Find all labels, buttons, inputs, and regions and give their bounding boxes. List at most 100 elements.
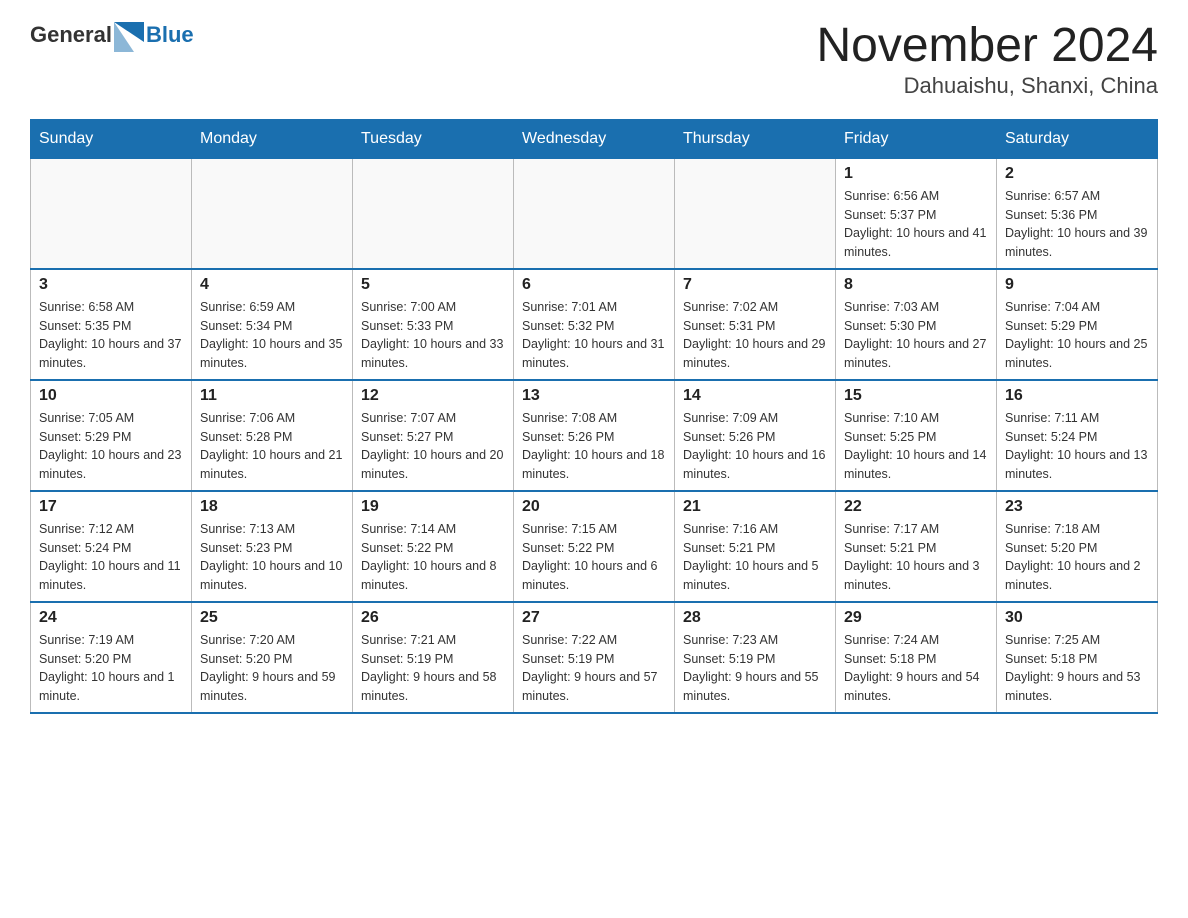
day-info: Sunrise: 7:08 AMSunset: 5:26 PMDaylight:… [522, 409, 666, 484]
day-number: 2 [1005, 165, 1149, 183]
day-info-line: Sunset: 5:36 PM [1005, 208, 1097, 222]
table-cell: 9Sunrise: 7:04 AMSunset: 5:29 PMDaylight… [997, 269, 1158, 380]
day-info-line: Sunset: 5:22 PM [361, 541, 453, 555]
day-number: 16 [1005, 387, 1149, 405]
day-info-line: Sunrise: 7:16 AM [683, 522, 778, 536]
day-info-line: Sunrise: 6:58 AM [39, 300, 134, 314]
day-info-line: Daylight: 10 hours and 25 minutes. [1005, 337, 1147, 370]
day-info-line: Daylight: 10 hours and 35 minutes. [200, 337, 342, 370]
table-cell: 5Sunrise: 7:00 AMSunset: 5:33 PMDaylight… [353, 269, 514, 380]
day-info-line: Daylight: 10 hours and 41 minutes. [844, 226, 986, 259]
day-info-line: Sunset: 5:37 PM [844, 208, 936, 222]
day-info: Sunrise: 7:17 AM Sunset: 5:21 PM Daylight:… [844, 520, 988, 595]
day-info-line: Daylight: 10 hours and 13 minutes. [1005, 448, 1147, 481]
day-info: Sunrise: 7:19 AMSunset: 5:20 PMDaylight:… [39, 631, 183, 706]
day-info-line: Sunset: 5:27 PM [361, 430, 453, 444]
day-info-line: Sunrise: 7:12 AM [39, 522, 134, 536]
day-info-line: Sunrise: 6:57 AM [1005, 189, 1100, 203]
table-cell: 19Sunrise: 7:14 AMSunset: 5:22 PMDayligh… [353, 491, 514, 602]
day-number: 6 [522, 276, 666, 294]
day-number: 28 [683, 609, 827, 627]
table-cell: 12 Sunrise: 7:07 AMSunset: 5:27 PMDayligh… [353, 380, 514, 491]
day-info-line: Sunrise: 7:22 AM [522, 633, 617, 647]
day-number: 3 [39, 276, 183, 294]
day-info-line: Sunrise: 7:20 AM [200, 633, 295, 647]
table-cell: 29Sunrise: 7:24 AMSunset: 5:18 PMDayligh… [836, 602, 997, 713]
day-info-line: Daylight: 10 hours and 11 minutes. [39, 559, 181, 592]
day-info-line: Daylight: 10 hours and 21 minutes. [200, 448, 342, 481]
day-info: Sunrise: 7:15 AMSunset: 5:22 PMDaylight:… [522, 520, 666, 595]
table-cell: 24Sunrise: 7:19 AMSunset: 5:20 PMDayligh… [31, 602, 192, 713]
day-info: Sunrise: 7:04 AM Sunset: 5:29 PM Daylight:… [1005, 298, 1149, 373]
day-info-line: Daylight: 9 hours and 54 minutes. [844, 670, 980, 703]
day-info: Sunrise: 7:07 AMSunset: 5:27 PMDaylight:… [361, 409, 505, 484]
day-info-line: Sunrise: 7:09 AM [683, 411, 778, 425]
day-info-line: Sunset: 5:26 PM [683, 430, 775, 444]
day-info-line: Sunrise: 7:05 AM [39, 411, 134, 425]
day-info-line: Daylight: 10 hours and 31 minutes. [522, 337, 664, 370]
day-info-line: Sunrise: 7:17 AM [844, 522, 939, 536]
table-cell: 11Sunrise: 7:06 AMSunset: 5:28 PMDayligh… [192, 380, 353, 491]
day-number: 1 [844, 165, 988, 183]
day-info-line: Sunset: 5:18 PM [844, 652, 936, 666]
table-cell: 14Sunrise: 7:09 AMSunset: 5:26 PMDayligh… [675, 380, 836, 491]
day-info: Sunrise: 7:06 AMSunset: 5:28 PMDaylight:… [200, 409, 344, 484]
table-cell: 21Sunrise: 7:16 AMSunset: 5:21 PMDayligh… [675, 491, 836, 602]
day-info-line: Daylight: 10 hours and 8 minutes. [361, 559, 497, 592]
day-info: Sunrise: 7:16 AMSunset: 5:21 PMDaylight:… [683, 520, 827, 595]
day-info-line: Daylight: 9 hours and 55 minutes. [683, 670, 819, 703]
day-number: 5 [361, 276, 505, 294]
day-info-line: Sunrise: 7:04 AM [1005, 300, 1100, 314]
table-cell: 27Sunrise: 7:22 AMSunset: 5:19 PMDayligh… [514, 602, 675, 713]
day-info-line: Sunrise: 7:11 AM [1005, 411, 1099, 425]
day-number: 8 [844, 276, 988, 294]
day-info: Sunrise: 7:03 AMSunset: 5:30 PMDaylight:… [844, 298, 988, 373]
day-info-line: Sunset: 5:29 PM [1005, 319, 1097, 333]
day-info: Sunrise: 7:20 AMSunset: 5:20 PMDaylight:… [200, 631, 344, 706]
day-info-line: Daylight: 10 hours and 37 minutes. [39, 337, 181, 370]
day-info: Sunrise: 7:23 AMSunset: 5:19 PMDaylight:… [683, 631, 827, 706]
table-cell: 6 Sunrise: 7:01 AMSunset: 5:32 PMDaylight… [514, 269, 675, 380]
table-cell [192, 158, 353, 269]
day-info-line: Sunset: 5:18 PM [1005, 652, 1097, 666]
day-info-line: Daylight: 10 hours and 1 minute. [39, 670, 175, 703]
table-cell: 16Sunrise: 7:11 AMSunset: 5:24 PMDayligh… [997, 380, 1158, 491]
logo: General Blue [30, 20, 194, 50]
day-info-line: Daylight: 10 hours and 5 minutes. [683, 559, 819, 592]
day-info-line: Sunrise: 7:01 AM [522, 300, 617, 314]
day-info-line: Sunset: 5:20 PM [1005, 541, 1097, 555]
day-info-line: Daylight: 9 hours and 53 minutes. [1005, 670, 1141, 703]
day-number: 12 [361, 387, 505, 405]
week-row-4: 17Sunrise: 7:12 AMSunset: 5:24 PMDayligh… [31, 491, 1158, 602]
day-number: 27 [522, 609, 666, 627]
table-cell: 30Sunrise: 7:25 AMSunset: 5:18 PMDayligh… [997, 602, 1158, 713]
day-info-line: Sunset: 5:25 PM [844, 430, 936, 444]
day-number: 20 [522, 498, 666, 516]
day-info: Sunrise: 6:56 AMSunset: 5:37 PMDaylight:… [844, 187, 988, 262]
calendar-header: SundayMondayTuesdayWednesdayThursdayFrid… [31, 119, 1158, 158]
weekday-header-monday: Monday [192, 119, 353, 158]
day-info-line: Sunset: 5:19 PM [683, 652, 775, 666]
day-info: Sunrise: 7:13 AMSunset: 5:23 PMDaylight:… [200, 520, 344, 595]
table-cell: 2Sunrise: 6:57 AMSunset: 5:36 PMDaylight… [997, 158, 1158, 269]
day-info-line: Daylight: 10 hours and 3 minutes. [844, 559, 980, 592]
day-number: 22 [844, 498, 988, 516]
title-block: November 2024 Dahuaishu, Shanxi, China [816, 20, 1158, 99]
day-info-line: Sunset: 5:33 PM [361, 319, 453, 333]
day-info-line: Daylight: 10 hours and 10 minutes. [200, 559, 342, 592]
table-cell: 22 Sunrise: 7:17 AM Sunset: 5:21 PM Dayligh… [836, 491, 997, 602]
day-info-line: Daylight: 10 hours and 29 minutes. [683, 337, 825, 370]
day-info-line: Daylight: 9 hours and 58 minutes. [361, 670, 497, 703]
table-cell: 26Sunrise: 7:21 AMSunset: 5:19 PMDayligh… [353, 602, 514, 713]
day-info-line: Daylight: 10 hours and 27 minutes. [844, 337, 986, 370]
day-number: 18 [200, 498, 344, 516]
day-info: Sunrise: 7:01 AMSunset: 5:32 PMDaylight:… [522, 298, 666, 373]
day-info-line: Sunset: 5:21 PM [844, 541, 936, 555]
day-info-line: Sunset: 5:19 PM [361, 652, 453, 666]
day-info: Sunrise: 7:12 AMSunset: 5:24 PMDaylight:… [39, 520, 183, 595]
day-info-line: Sunrise: 6:59 AM [200, 300, 295, 314]
table-cell: 7Sunrise: 7:02 AMSunset: 5:31 PMDaylight… [675, 269, 836, 380]
day-info-line: Daylight: 10 hours and 16 minutes. [683, 448, 825, 481]
day-info: Sunrise: 6:59 AMSunset: 5:34 PMDaylight:… [200, 298, 344, 373]
day-number: 4 [200, 276, 344, 294]
